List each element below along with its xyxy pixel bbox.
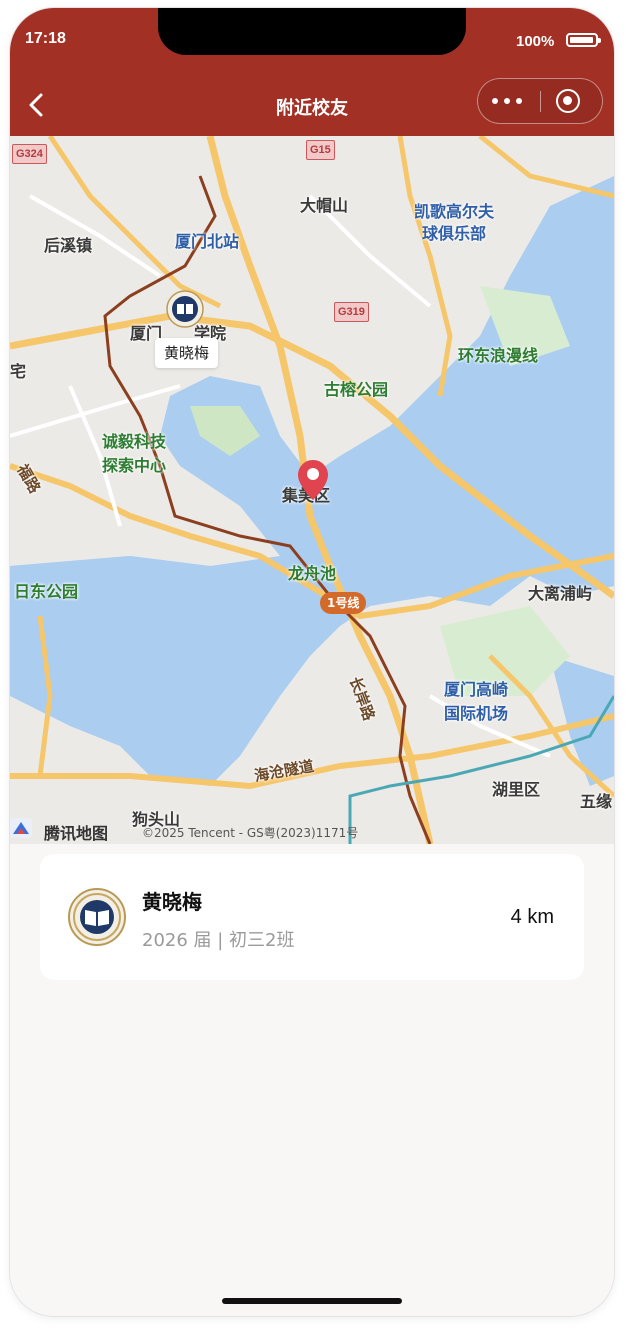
map-label: 厦门北站 xyxy=(175,232,240,251)
highway-shield: G319 xyxy=(334,302,369,322)
map-label: 大离浦屿 xyxy=(528,584,593,603)
map-label: 凯歌高尔夫 xyxy=(414,202,495,221)
battery-icon xyxy=(566,33,601,47)
map-label: 环东浪漫线 xyxy=(458,346,539,365)
more-button[interactable] xyxy=(492,92,526,110)
battery-percent: 100% xyxy=(516,33,555,50)
alumni-map-marker[interactable] xyxy=(166,290,204,328)
alumni-card[interactable]: 黄晓梅 2026 届 | 初三2班 4 km xyxy=(40,854,584,980)
school-badge-icon xyxy=(68,888,126,946)
map-label: 诚毅科技 xyxy=(102,432,167,451)
location-pin-icon xyxy=(298,460,328,500)
more-icon-dot xyxy=(516,98,522,104)
more-icon xyxy=(492,98,498,104)
highway-shield: G324 xyxy=(12,144,47,164)
school-badge-icon xyxy=(166,290,204,328)
map-callout-name[interactable]: 黄晓梅 xyxy=(155,338,219,368)
close-miniprogram-button[interactable] xyxy=(556,89,580,113)
tencent-map-logo-icon xyxy=(10,818,32,838)
map-label: 日东公园 xyxy=(14,582,79,601)
map-label: 五缘 xyxy=(580,792,613,811)
capsule-divider xyxy=(540,91,541,112)
map-label: 厦门高崎 xyxy=(444,680,509,699)
miniprogram-capsule xyxy=(477,78,603,124)
map-label: 后溪镇 xyxy=(44,236,93,255)
alumni-name: 黄晓梅 xyxy=(142,890,202,914)
app-header: 17:18 100% 附近校友 xyxy=(10,8,614,136)
alumni-list: 黄晓梅 2026 届 | 初三2班 4 km xyxy=(10,844,614,1316)
map-label: 古榕公园 xyxy=(324,380,389,399)
metro-line-badge: 1号线 xyxy=(320,592,367,614)
home-indicator xyxy=(222,1298,402,1304)
map-label: 国际机场 xyxy=(444,704,509,723)
highway-shield: G15 xyxy=(306,140,335,160)
map-label: 探索中心 xyxy=(102,456,167,475)
map-label: 湖里区 xyxy=(492,780,541,799)
map-copyright-text: ©2025 Tencent - GS粤(2023)1171号 xyxy=(142,826,359,840)
status-time: 17:18 xyxy=(25,30,66,47)
phone-screen: 17:18 100% 附近校友 大帽山 凯歌高尔夫 球俱乐部 后溪镇 厦门北站 … xyxy=(10,8,614,1316)
alumni-class-info: 2026 届 | 初三2班 xyxy=(142,930,295,951)
alumni-distance: 4 km xyxy=(510,906,554,928)
map-label: 宅 xyxy=(10,362,27,381)
map-logo-text: 腾讯地图 xyxy=(44,824,109,843)
map-view[interactable]: 大帽山 凯歌高尔夫 球俱乐部 后溪镇 厦门北站 厦门 学院 宅 古榕公园 环东浪… xyxy=(10,136,614,844)
device-notch xyxy=(158,8,466,55)
map-label: 球俱乐部 xyxy=(422,224,487,243)
map-label: 龙舟池 xyxy=(288,564,337,583)
more-icon-dot xyxy=(504,98,510,104)
current-location-pin[interactable] xyxy=(298,460,328,500)
map-label: 大帽山 xyxy=(300,196,349,215)
map-attribution: 腾讯地图 ©2025 Tencent - GS粤(2023)1171号 xyxy=(10,818,614,844)
